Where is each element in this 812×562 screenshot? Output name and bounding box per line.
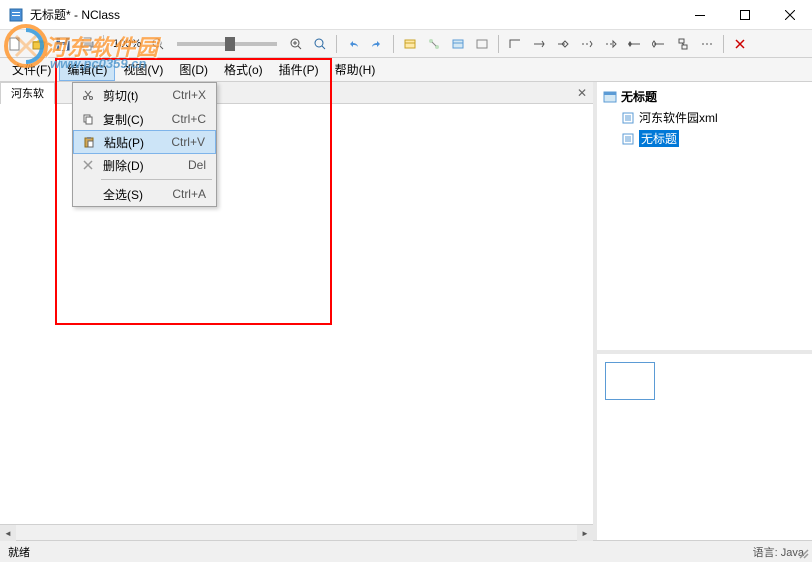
preview-thumbnail[interactable] (605, 362, 655, 400)
horizontal-scrollbar[interactable]: ◄ ► (0, 524, 593, 540)
connector-button-1[interactable] (504, 33, 526, 55)
window-title: 无标题* - NClass (30, 6, 120, 23)
connector-button-7[interactable] (648, 33, 670, 55)
note-tool-button[interactable] (696, 33, 718, 55)
watermark-url: www.pc0359.cn (50, 56, 146, 71)
tab-close-button[interactable]: ✕ (575, 86, 589, 100)
menu-select-all-shortcut: Ctrl+A (172, 187, 212, 201)
toolbar-separator (498, 35, 499, 53)
menu-select-all-label: 全选(S) (99, 186, 172, 203)
copy-icon (77, 113, 99, 125)
connector-button-4[interactable] (576, 33, 598, 55)
toolbar-separator (393, 35, 394, 53)
connector-button-5[interactable] (600, 33, 622, 55)
box-tool-button[interactable] (471, 33, 493, 55)
toolbar-separator (336, 35, 337, 53)
menu-delete[interactable]: 删除(D) Del (73, 153, 216, 177)
menu-cut-shortcut: Ctrl+X (172, 88, 212, 102)
statusbar: 就绪 语言: Java (0, 540, 812, 562)
menu-copy-label: 复制(C) (99, 111, 172, 128)
close-button[interactable] (767, 0, 812, 30)
resize-grip[interactable] (794, 544, 810, 560)
maximize-button[interactable] (722, 0, 767, 30)
menu-paste-label: 粘贴(P) (100, 134, 171, 151)
redo-button[interactable] (366, 33, 388, 55)
menu-plugin[interactable]: 插件(P) (271, 58, 327, 81)
app-icon (8, 7, 24, 23)
tree-item[interactable]: 无标题 (619, 128, 808, 149)
connector-button-2[interactable] (528, 33, 550, 55)
toolbar-separator (723, 35, 724, 53)
menu-delete-shortcut: Del (188, 158, 212, 172)
scroll-track[interactable] (16, 525, 577, 540)
watermark-logo (2, 22, 50, 70)
menu-copy-shortcut: Ctrl+C (172, 112, 212, 126)
scroll-right-button[interactable]: ► (577, 525, 593, 541)
project-icon (603, 90, 617, 104)
menu-copy[interactable]: 复制(C) Ctrl+C (73, 107, 216, 131)
tree-item[interactable]: 河东软件园xml (619, 107, 808, 128)
preview-panel (597, 354, 812, 540)
menu-paste-shortcut: Ctrl+V (171, 135, 211, 149)
document-tab[interactable]: 河东软 (0, 82, 55, 104)
class-tool-button[interactable] (399, 33, 421, 55)
paste-icon (78, 136, 100, 148)
menu-help[interactable]: 帮助(H) (327, 58, 384, 81)
edit-context-menu: 剪切(t) Ctrl+X 复制(C) Ctrl+C 粘贴(P) Ctrl+V 删… (72, 82, 217, 207)
menu-diagram[interactable]: 图(D) (171, 58, 216, 81)
delete-tool-button[interactable] (729, 33, 751, 55)
menu-cut[interactable]: 剪切(t) Ctrl+X (73, 83, 216, 107)
relation-tool-button[interactable] (423, 33, 445, 55)
zoom-in-button[interactable] (285, 33, 307, 55)
window-controls (677, 0, 812, 30)
menu-delete-label: 删除(D) (99, 157, 188, 174)
connector-button-3[interactable] (552, 33, 574, 55)
minimize-button[interactable] (677, 0, 722, 30)
tree-item-label: 无标题 (639, 130, 679, 147)
zoom-fit-button[interactable] (309, 33, 331, 55)
status-text: 就绪 (8, 544, 753, 560)
menu-format[interactable]: 格式(o) (216, 58, 271, 81)
tab-label: 河东软 (11, 85, 44, 101)
undo-button[interactable] (342, 33, 364, 55)
tree-root-label: 无标题 (621, 88, 657, 105)
zoom-slider[interactable] (177, 42, 277, 46)
tree-root[interactable]: 无标题 (601, 86, 808, 107)
cut-icon (77, 89, 99, 101)
tree-item-label: 河东软件园xml (639, 109, 718, 126)
project-tree-panel: 无标题 河东软件园xml 无标题 (597, 82, 812, 354)
menu-paste[interactable]: 粘贴(P) Ctrl+V (73, 130, 216, 154)
right-panel: 无标题 河东软件园xml 无标题 (597, 82, 812, 540)
connector-button-6[interactable] (624, 33, 646, 55)
menu-select-all[interactable]: 全选(S) Ctrl+A (73, 182, 216, 206)
menu-cut-label: 剪切(t) (99, 87, 172, 104)
titlebar: 无标题* - NClass (0, 0, 812, 30)
diagram-icon (621, 111, 635, 125)
scroll-left-button[interactable]: ◄ (0, 525, 16, 541)
delete-icon (77, 159, 99, 171)
connector-button-8[interactable] (672, 33, 694, 55)
diagram-icon (621, 132, 635, 146)
menu-separator (101, 179, 212, 180)
interface-tool-button[interactable] (447, 33, 469, 55)
